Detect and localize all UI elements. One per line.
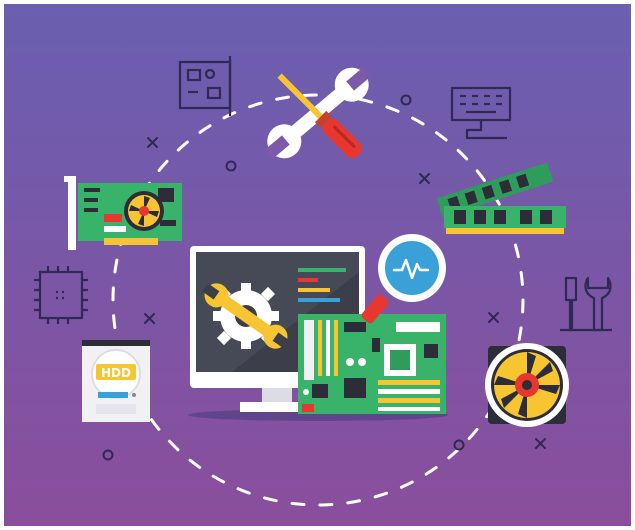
pc-repair-illustration: HDD (4, 4, 631, 526)
hdd-label: HDD (101, 366, 131, 380)
motherboard-icon (298, 314, 446, 414)
cooling-fan-icon (485, 343, 569, 427)
hdd-icon: HDD (82, 340, 150, 422)
graphics-card-icon (64, 176, 182, 250)
